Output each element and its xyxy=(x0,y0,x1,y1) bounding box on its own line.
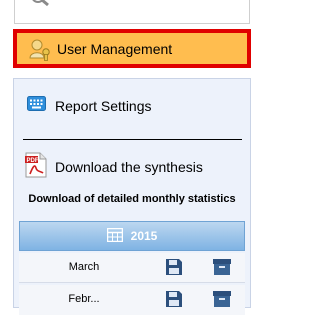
year-label: 2015 xyxy=(130,229,158,243)
divider xyxy=(23,139,242,140)
user-key-icon xyxy=(28,37,52,61)
floppy-disk-icon[interactable] xyxy=(165,258,183,281)
pdf-icon: PDF xyxy=(25,152,47,183)
table-row: March xyxy=(19,253,245,283)
year-header[interactable]: 2015 xyxy=(19,221,245,251)
archive-box-icon[interactable] xyxy=(212,258,232,281)
menu-item-download-synthesis[interactable]: PDF Download the synthesis xyxy=(25,152,235,183)
keyboard-icon xyxy=(27,96,46,116)
month-label: March xyxy=(68,261,100,273)
section-heading: Download of detailed monthly statistics xyxy=(28,193,236,205)
month-label: Febr... xyxy=(68,293,100,305)
floppy-disk-icon[interactable] xyxy=(165,290,183,313)
menu-item-partial[interactable] xyxy=(14,0,250,24)
menu-item-label: Report Settings xyxy=(55,98,152,114)
svg-text:PDF: PDF xyxy=(27,158,39,164)
archive-box-icon[interactable] xyxy=(212,290,232,313)
menu-item-user-management[interactable]: User Management xyxy=(13,29,251,68)
menu-item-report-settings[interactable]: Report Settings xyxy=(27,94,227,118)
magnifier-icon xyxy=(30,0,50,13)
menu-item-label: User Management xyxy=(57,40,173,57)
calendar-grid-icon xyxy=(106,227,123,245)
table-row: Febr... xyxy=(19,285,245,315)
menu-item-label: Download the synthesis xyxy=(55,159,203,175)
